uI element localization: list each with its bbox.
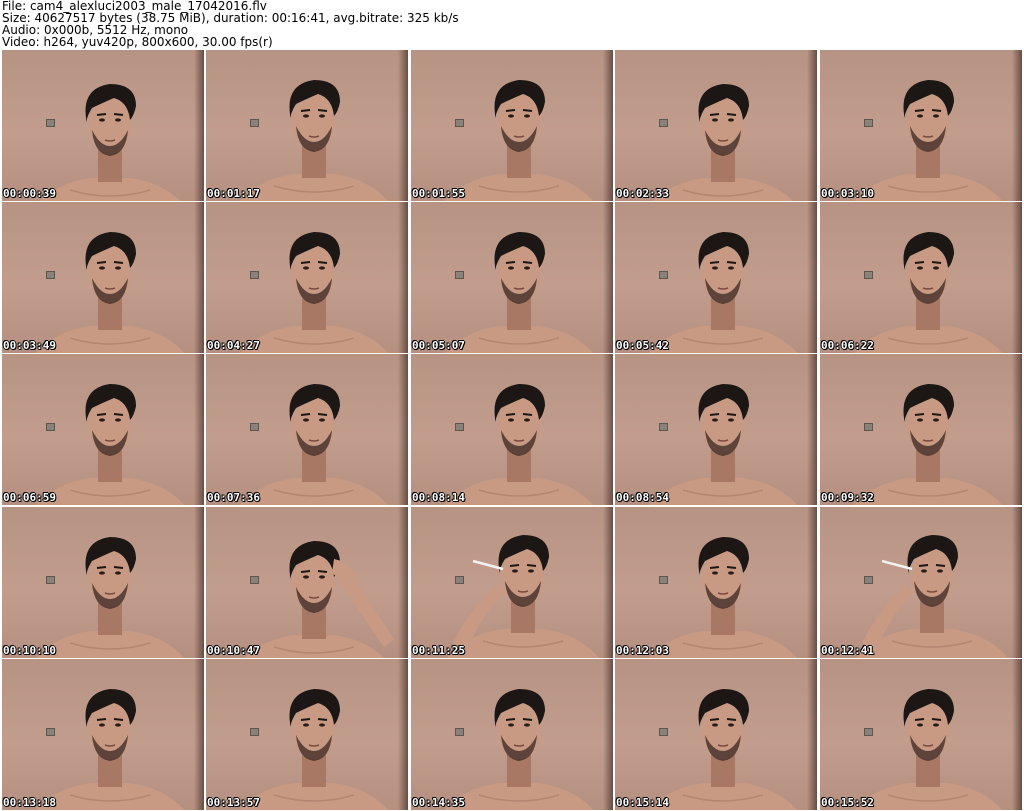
video-frame-thumbnail: 00:15:14	[615, 659, 817, 810]
frame-timestamp: 00:13:57	[207, 796, 260, 809]
video-frame-thumbnail: 00:08:54	[615, 354, 817, 505]
video-frame-thumbnail: 00:03:49	[2, 202, 204, 353]
person-figure	[243, 541, 394, 658]
video-info-line: Video: h264, yuv420p, 800x600, 30.00 fps…	[2, 35, 273, 49]
person-figure	[239, 384, 389, 505]
video-frame-thumbnail: 00:13:18	[2, 659, 204, 810]
person-figure	[444, 689, 594, 810]
frame-timestamp: 00:12:41	[821, 644, 874, 657]
person-figure	[853, 689, 1003, 810]
video-frame-thumbnail: 00:01:17	[206, 50, 408, 201]
video-frame-thumbnail: 00:08:14	[411, 354, 613, 505]
person-figure	[444, 384, 594, 505]
person-figure	[853, 232, 1003, 353]
video-frame-thumbnail: 00:04:27	[206, 202, 408, 353]
video-frame-thumbnail: 00:06:22	[820, 202, 1022, 353]
frame-timestamp: 00:08:54	[616, 491, 669, 504]
person-figure	[648, 232, 798, 353]
person-figure	[35, 384, 185, 505]
video-frame-thumbnail: 00:01:55	[411, 50, 613, 201]
frame-timestamp: 00:03:49	[3, 339, 56, 352]
video-frame-thumbnail: 00:03:10	[820, 50, 1022, 201]
frame-timestamp: 00:07:36	[207, 491, 260, 504]
person-figure	[652, 84, 794, 201]
frame-timestamp: 00:15:14	[616, 796, 669, 809]
video-frame-thumbnail: 00:14:35	[411, 659, 613, 810]
file-info-header: File: cam4_alexluci2003_male_17042016.fl…	[2, 0, 1002, 50]
frame-timestamp: 00:14:35	[412, 796, 465, 809]
video-frame-thumbnail: 00:12:41	[820, 507, 1022, 658]
frame-timestamp: 00:08:14	[412, 491, 465, 504]
person-figure	[239, 689, 389, 810]
frame-timestamp: 00:13:18	[3, 796, 56, 809]
person-figure	[35, 689, 185, 810]
video-frame-thumbnail: 00:05:07	[411, 202, 613, 353]
person-figure	[648, 689, 798, 810]
person-figure	[239, 232, 389, 353]
person-figure	[239, 80, 389, 201]
video-frame-thumbnail: 00:00:39	[2, 50, 204, 201]
frame-timestamp: 00:11:25	[412, 644, 465, 657]
video-frame-thumbnail: 00:09:32	[820, 354, 1022, 505]
frame-timestamp: 00:12:03	[616, 644, 669, 657]
video-frame-thumbnail: 00:12:03	[615, 507, 817, 658]
person-figure	[39, 84, 181, 201]
frame-timestamp: 00:01:55	[412, 187, 465, 200]
frame-timestamp: 00:01:17	[207, 187, 260, 200]
person-figure	[446, 535, 600, 658]
person-figure	[648, 537, 798, 658]
person-figure	[648, 384, 798, 505]
frame-timestamp: 00:00:39	[3, 187, 56, 200]
thumbnail-grid: 00:00:39 00:01:17 00:01:55 00:02:33 00:03:10…	[0, 50, 1024, 811]
video-frame-thumbnail: 00:10:47	[206, 507, 408, 658]
person-figure	[444, 232, 594, 353]
video-frame-thumbnail: 00:02:33	[615, 50, 817, 201]
frame-timestamp: 00:03:10	[821, 187, 874, 200]
video-frame-thumbnail: 00:07:36	[206, 354, 408, 505]
frame-timestamp: 00:10:47	[207, 644, 260, 657]
person-figure	[855, 535, 1009, 658]
frame-timestamp: 00:06:22	[821, 339, 874, 352]
frame-timestamp: 00:05:07	[412, 339, 465, 352]
frame-timestamp: 00:04:27	[207, 339, 260, 352]
frame-timestamp: 00:15:52	[821, 796, 874, 809]
frame-timestamp: 00:05:42	[616, 339, 669, 352]
person-figure	[35, 232, 185, 353]
person-figure	[853, 384, 1003, 505]
person-figure	[35, 537, 185, 658]
frame-timestamp: 00:06:59	[3, 491, 56, 504]
video-frame-thumbnail: 00:11:25	[411, 507, 613, 658]
video-frame-thumbnail: 00:15:52	[820, 659, 1022, 810]
frame-timestamp: 00:02:33	[616, 187, 669, 200]
frame-timestamp: 00:10:10	[3, 644, 56, 657]
video-frame-thumbnail: 00:13:57	[206, 659, 408, 810]
video-frame-thumbnail: 00:10:10	[2, 507, 204, 658]
frame-timestamp: 00:09:32	[821, 491, 874, 504]
person-figure	[444, 80, 594, 201]
video-frame-thumbnail: 00:06:59	[2, 354, 204, 505]
video-frame-thumbnail: 00:05:42	[615, 202, 817, 353]
person-figure	[853, 80, 1003, 201]
